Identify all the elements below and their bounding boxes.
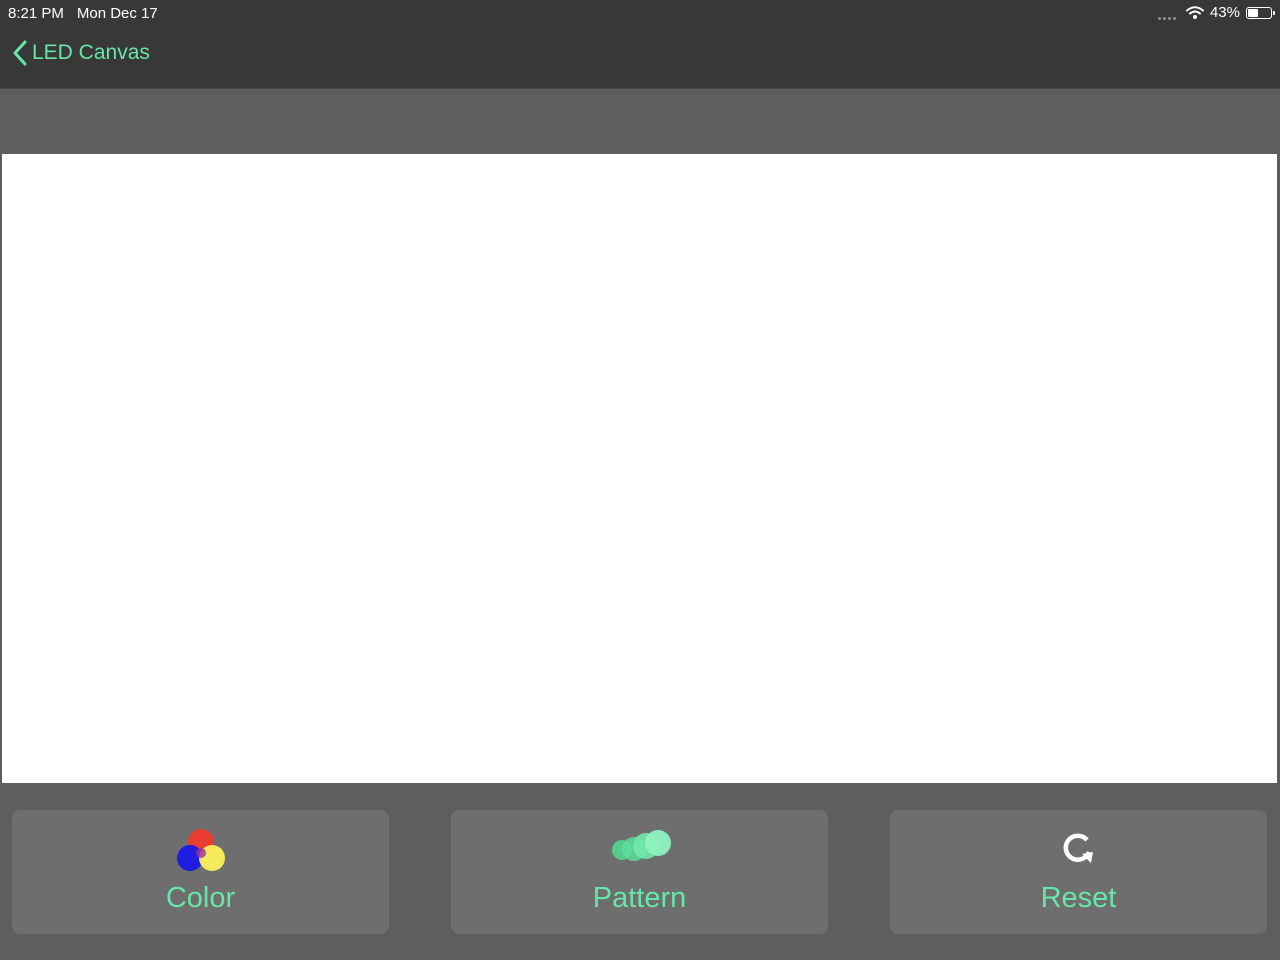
status-date: Mon Dec 17 <box>76 5 158 22</box>
reset-icon <box>1063 833 1093 863</box>
signal-dots-icon <box>1157 6 1176 20</box>
color-button-label: Color <box>165 882 236 914</box>
reset-button[interactable]: Reset <box>890 810 1267 934</box>
color-button[interactable]: Color <box>12 810 389 934</box>
toolbar-strip <box>0 89 1280 154</box>
pattern-icon <box>611 830 671 861</box>
battery-icon <box>1246 6 1275 19</box>
back-button[interactable]: LED Canvas <box>12 40 150 66</box>
battery-percent: 43% <box>1209 4 1240 21</box>
status-time: 8:21 PM <box>8 5 64 22</box>
chevron-left-icon <box>13 40 27 66</box>
back-button-label: LED Canvas <box>32 41 150 64</box>
pattern-button[interactable]: Pattern <box>451 810 828 934</box>
wifi-icon <box>1185 5 1204 19</box>
status-bar: 8:21 PM Mon Dec 17 43% <box>0 0 1280 26</box>
rgb-circles-icon <box>176 829 225 871</box>
navigation-bar: LED Canvas <box>0 26 1280 89</box>
battery-fill <box>1248 8 1259 17</box>
reset-button-label: Reset <box>1040 882 1117 914</box>
led-canvas[interactable] <box>2 154 1277 783</box>
pattern-button-label: Pattern <box>592 882 687 914</box>
